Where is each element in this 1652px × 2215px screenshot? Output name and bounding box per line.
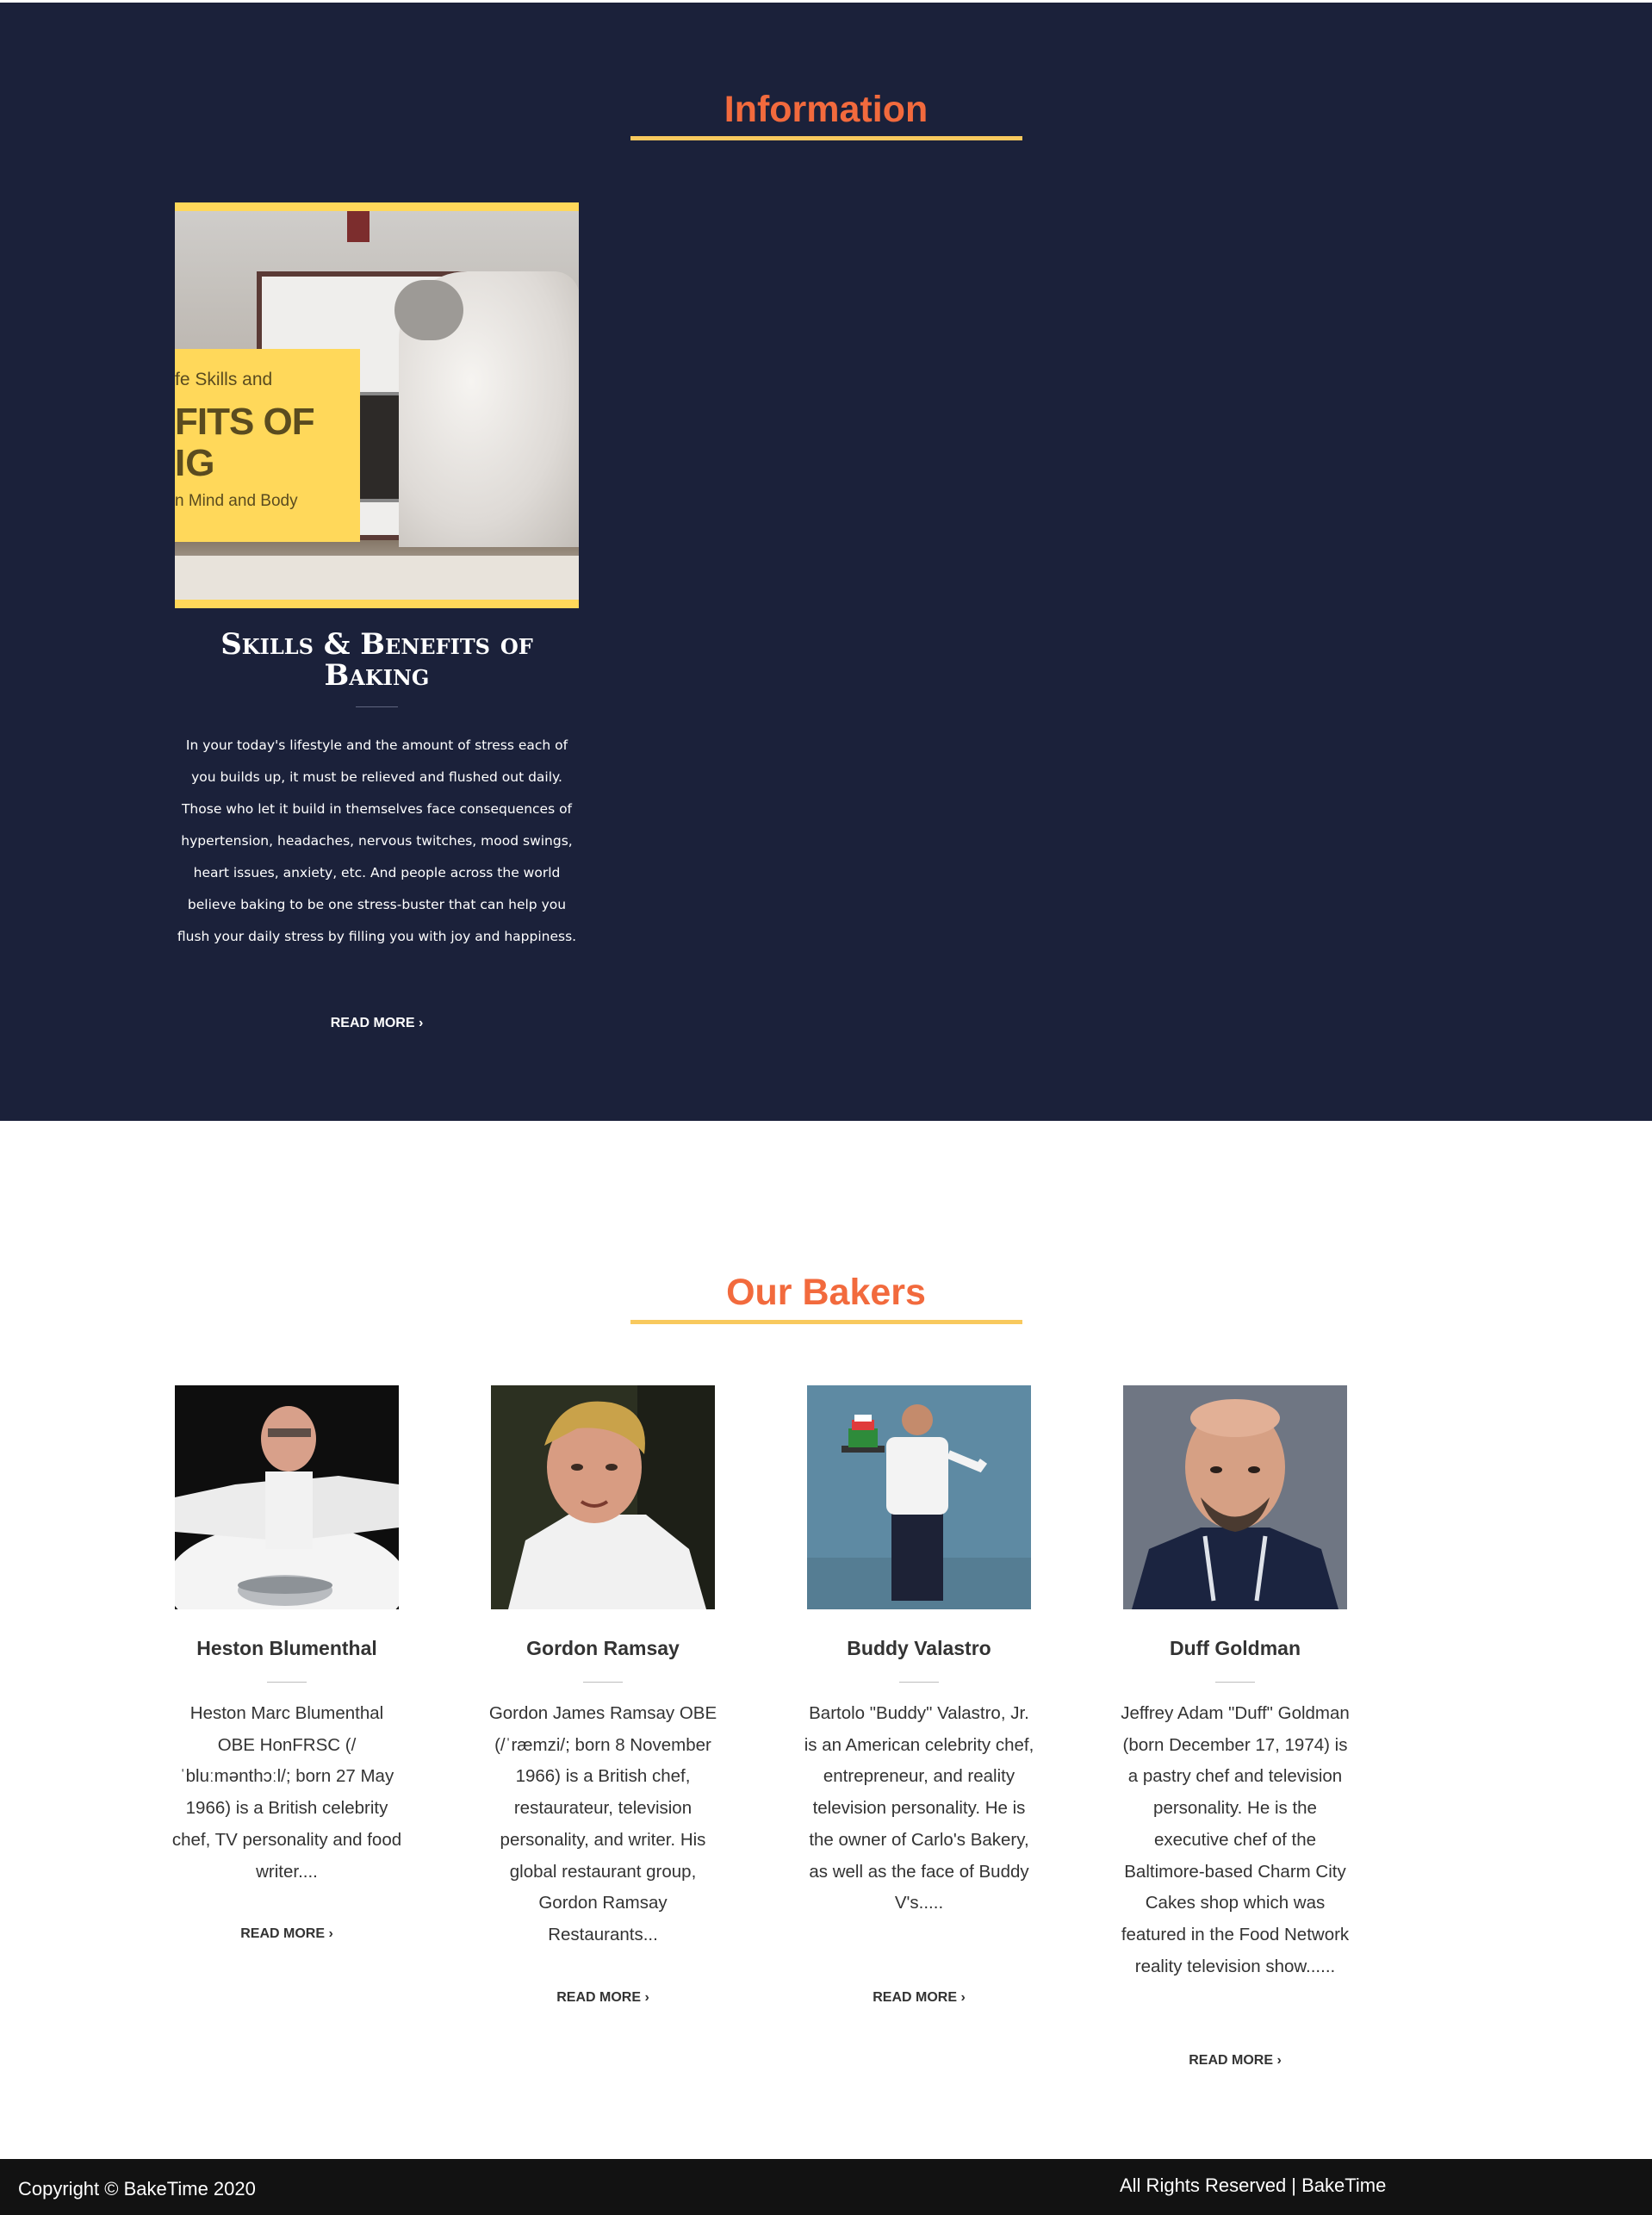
image-text-banner: fe Skills and FITS OF IG n Mind and Body xyxy=(175,349,360,542)
info-card-image[interactable]: fe Skills and FITS OF IG n Mind and Body xyxy=(175,202,579,608)
baker-divider xyxy=(899,1682,939,1683)
baker-name: Buddy Valastro xyxy=(847,1637,991,1659)
baker-name: Gordon Ramsay xyxy=(526,1637,680,1659)
information-section: Information fe Skills and FITS OF IG n M… xyxy=(0,3,1652,1121)
baker-bio: Bartolo "Buddy" Valastro, Jr. is an Amer… xyxy=(804,1703,1034,1913)
baker-read-more-link[interactable]: READ MORE › xyxy=(807,1990,1031,2006)
baker-photo-heston[interactable] xyxy=(175,1385,399,1609)
baker-divider xyxy=(267,1682,307,1683)
baker-bio: Gordon James Ramsay OBE (/ˈræmzi/; born … xyxy=(488,1703,717,1944)
footer-copyright: Copyright © BakeTime 2020 xyxy=(18,2178,256,2199)
baker-photo-duff[interactable] xyxy=(1123,1385,1347,1609)
kitchen-table xyxy=(175,556,579,600)
baker-divider xyxy=(583,1682,623,1683)
bakers-title: Our Bakers xyxy=(726,1272,926,1313)
banner-line-2: FITS OF xyxy=(175,401,315,443)
footer: Copyright © BakeTime 2020 All Rights Res… xyxy=(0,2159,1652,2215)
chef-photo-heston-illustration xyxy=(175,1385,399,1609)
information-title: Information xyxy=(724,89,928,130)
baker-photo-gordon[interactable] xyxy=(491,1385,715,1609)
baker-bio: Jeffrey Adam "Duff" Goldman (born Decemb… xyxy=(1121,1703,1350,1976)
baker-bio: Heston Marc Blumenthal OBE HonFRSC (/ˈbl… xyxy=(171,1703,402,1882)
info-card-text: In your today's lifestyle and the amount… xyxy=(177,737,577,944)
baker-name: Duff Goldman xyxy=(1169,1637,1301,1659)
info-read-more-link[interactable]: READ MORE › xyxy=(175,1016,579,1031)
info-card-divider xyxy=(356,706,398,707)
banner-line-3: IG xyxy=(175,442,215,484)
banner-line-4: n Mind and Body xyxy=(175,492,298,510)
information-title-underline xyxy=(630,136,1022,140)
bakers-title-underline xyxy=(630,1320,1022,1324)
banner-line-1: fe Skills and xyxy=(175,370,273,389)
baker-name: Heston Blumenthal xyxy=(196,1637,377,1659)
baker-read-more-link[interactable]: READ MORE › xyxy=(1123,2053,1347,2069)
baker-read-more-link[interactable]: READ MORE › xyxy=(175,1926,399,1942)
woman-hair xyxy=(394,280,463,340)
chef-photo-duff-illustration xyxy=(1123,1385,1347,1609)
baker-divider xyxy=(1215,1682,1255,1683)
chef-photo-buddy-illustration xyxy=(807,1385,1031,1609)
baker-photo-buddy[interactable] xyxy=(807,1385,1031,1609)
info-card-title: Skills & Benefits of Baking xyxy=(220,627,533,693)
baker-read-more-link[interactable]: READ MORE › xyxy=(491,1990,715,2006)
footer-rights: All Rights Reserved | BakeTime xyxy=(1120,2175,1387,2196)
wall-frame xyxy=(347,211,370,242)
chef-photo-gordon-illustration xyxy=(491,1385,715,1609)
